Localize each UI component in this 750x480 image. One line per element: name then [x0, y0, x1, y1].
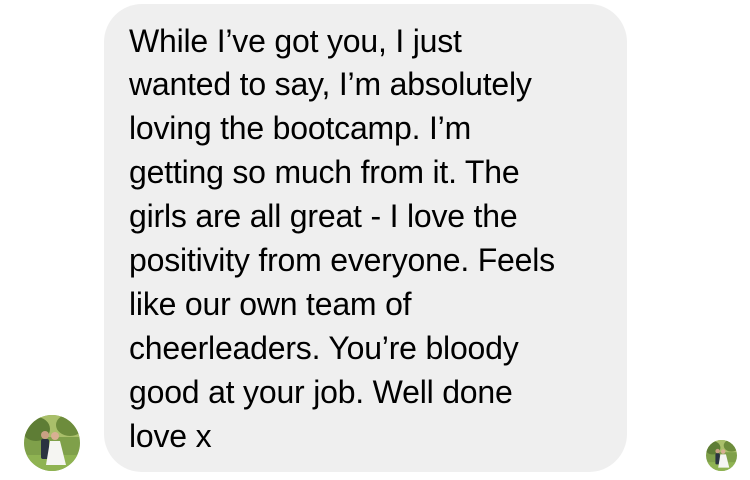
- message-text-line: While I’ve got you, I just: [129, 23, 462, 59]
- message-text-line: loving the bootcamp. I’m: [129, 110, 472, 146]
- message-text-line: good at your job. Well done: [129, 374, 513, 410]
- wedding-photo-avatar-icon: [24, 415, 80, 471]
- message-text-line: love x: [129, 418, 212, 454]
- message-text-line: like our own team of: [129, 286, 412, 322]
- message-text-line: wanted to say, I’m absolutely: [129, 66, 532, 102]
- message-text-line: getting so much from it. The: [129, 154, 520, 190]
- wedding-photo-avatar-icon: [706, 440, 737, 471]
- message-text-line: cheerleaders. You’re bloody: [129, 330, 519, 366]
- message-text-line: positivity from everyone. Feels: [129, 242, 555, 278]
- message-text-line: girls are all great - I love the: [129, 198, 518, 234]
- read-receipt-avatar: [706, 440, 737, 471]
- sender-avatar[interactable]: [24, 415, 80, 471]
